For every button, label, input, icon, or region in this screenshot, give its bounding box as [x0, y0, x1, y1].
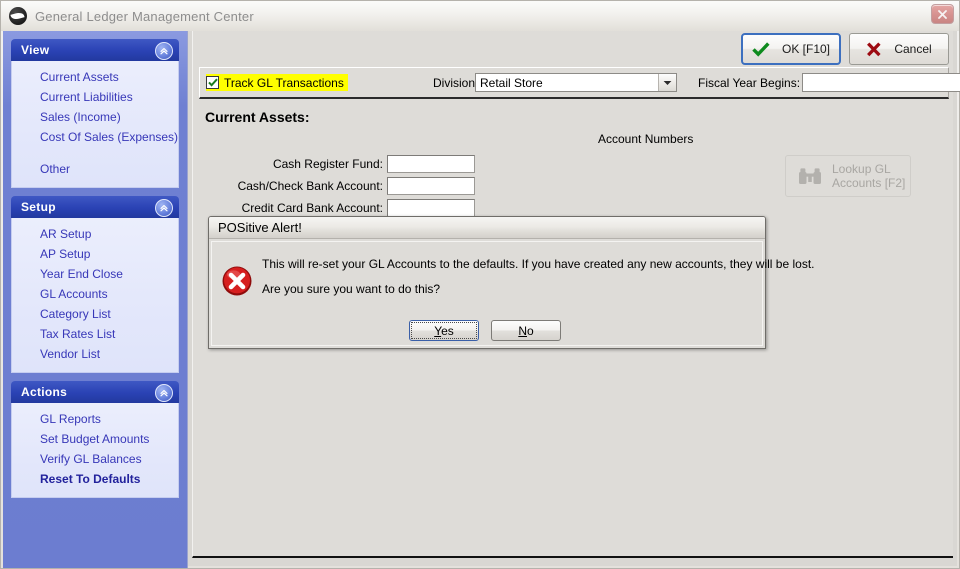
alert-title: POSitive Alert! — [218, 220, 302, 235]
window-title: General Ledger Management Center — [35, 8, 254, 24]
yes-button[interactable]: Yes — [409, 320, 479, 341]
cash-check-bank-account-label: Cash/Check Bank Account: — [237, 179, 383, 193]
credit-card-bank-account-label: Credit Card Bank Account: — [241, 201, 383, 215]
alert-message-line-1: This will re-set your GL Accounts to the… — [262, 257, 815, 271]
lookup-gl-accounts-button: Lookup GL Accounts [F2] — [785, 155, 911, 197]
nav-group-title: View — [21, 43, 50, 57]
sidebar-item-reset-to-defaults[interactable]: Reset To Defaults — [12, 469, 178, 489]
form-row-cash-register-fund: Cash Register Fund: — [205, 155, 475, 173]
cash-check-bank-account-input[interactable] — [387, 177, 475, 195]
sidebar-item-ap-setup[interactable]: AP Setup — [12, 244, 178, 264]
division-value: Retail Store — [480, 75, 543, 90]
nav-group-body-view: Current Assets Current Liabilities Sales… — [11, 61, 179, 188]
ok-button-label: OK [F10] — [781, 42, 831, 56]
cash-register-fund-input[interactable] — [387, 155, 475, 173]
lookup-gl-accounts-label: Lookup GL Accounts [F2] — [832, 162, 906, 190]
fiscal-year-begins-label: Fiscal Year Begins: — [698, 76, 801, 90]
main-content-panel: OK [F10] Cancel Track GL Transactions Di… — [192, 31, 960, 558]
no-button-label: No — [518, 324, 533, 338]
form-row-credit-card-bank-account: Credit Card Bank Account: — [205, 199, 475, 217]
nav-group-header-view[interactable]: View — [11, 39, 179, 61]
window-titlebar: General Ledger Management Center — [1, 1, 959, 31]
red-error-x-icon — [222, 266, 252, 296]
nav-group-header-actions[interactable]: Actions — [11, 381, 179, 403]
track-gl-transactions-row[interactable]: Track GL Transactions — [206, 74, 348, 91]
nav-group-view: View Current Assets Current Liabilities … — [11, 39, 179, 188]
sidebar-item-year-end-close[interactable]: Year End Close — [12, 264, 178, 284]
close-icon[interactable] — [931, 4, 954, 24]
positive-alert-dialog: POSitive Alert! This will re-set your GL… — [208, 216, 815, 349]
double-chevron-up-icon[interactable] — [155, 384, 173, 402]
sidebar-item-tax-rates-list[interactable]: Tax Rates List — [12, 324, 178, 344]
nav-group-body-setup: AR Setup AP Setup Year End Close GL Acco… — [11, 218, 179, 373]
nav-group-actions: Actions GL Reports Set Budget Amounts Ve… — [11, 381, 179, 498]
sidebar-item-current-liabilities[interactable]: Current Liabilities — [12, 87, 178, 107]
app-swoosh-icon — [9, 7, 27, 25]
nav-group-title: Setup — [21, 200, 56, 214]
sidebar-item-cost-of-sales[interactable]: Cost Of Sales (Expenses) — [12, 127, 178, 147]
form-row-cash-check-bank-account: Cash/Check Bank Account: — [205, 177, 475, 195]
yes-button-label: Yes — [434, 324, 454, 338]
alert-titlebar: POSitive Alert! — [209, 217, 765, 239]
red-x-icon — [867, 41, 881, 56]
command-bar: OK [F10] Cancel — [193, 31, 953, 65]
page-title: Current Assets: — [205, 109, 310, 125]
cash-register-fund-label: Cash Register Fund: — [272, 157, 383, 171]
account-numbers-column-header: Account Numbers — [598, 132, 694, 146]
alert-message-line-2: Are you sure you want to do this? — [262, 282, 441, 296]
track-gl-checkbox[interactable] — [206, 76, 219, 89]
cancel-button-label: Cancel — [894, 42, 932, 56]
fiscal-year-begins-select[interactable] — [802, 73, 960, 92]
no-mnemonic: N — [518, 323, 527, 338]
nav-group-header-setup[interactable]: Setup — [11, 196, 179, 218]
sidebar-item-ar-setup[interactable]: AR Setup — [12, 224, 178, 244]
navigation-sidebar: View Current Assets Current Liabilities … — [3, 31, 188, 568]
nav-group-body-actions: GL Reports Set Budget Amounts Verify GL … — [11, 403, 179, 498]
binoculars-icon — [799, 168, 821, 184]
sidebar-item-gl-reports[interactable]: GL Reports — [12, 409, 178, 429]
cancel-button[interactable]: Cancel — [849, 33, 949, 65]
track-gl-label: Track GL Transactions — [224, 75, 344, 90]
options-panel: Track GL Transactions Division: Retail S… — [199, 67, 960, 99]
main-content: OK [F10] Cancel Track GL Transactions Di… — [188, 31, 960, 566]
credit-card-bank-account-input[interactable] — [387, 199, 475, 217]
yes-rest: es — [441, 323, 454, 338]
checkmark-icon — [207, 78, 218, 87]
no-button[interactable]: No — [491, 320, 561, 341]
sidebar-item-vendor-list[interactable]: Vendor List — [12, 344, 178, 364]
division-select[interactable]: Retail Store — [475, 73, 677, 92]
green-check-icon — [752, 41, 770, 57]
no-rest: o — [526, 323, 534, 338]
sidebar-item-other[interactable]: Other — [12, 159, 178, 179]
alert-body: This will re-set your GL Accounts to the… — [211, 241, 815, 346]
sidebar-item-set-budget-amounts[interactable]: Set Budget Amounts — [12, 429, 178, 449]
nav-group-title: Actions — [21, 385, 68, 399]
division-label: Division: — [433, 76, 479, 90]
sidebar-item-category-list[interactable]: Category List — [12, 304, 178, 324]
sidebar-item-sales-income[interactable]: Sales (Income) — [12, 107, 178, 127]
chevron-down-icon[interactable] — [658, 74, 676, 91]
sidebar-item-current-assets[interactable]: Current Assets — [12, 67, 178, 87]
sidebar-item-gl-accounts[interactable]: GL Accounts — [12, 284, 178, 304]
double-chevron-up-icon[interactable] — [155, 42, 173, 60]
sidebar-item-verify-gl-balances[interactable]: Verify GL Balances — [12, 449, 178, 469]
ok-button[interactable]: OK [F10] — [741, 33, 841, 65]
double-chevron-up-icon[interactable] — [155, 199, 173, 217]
application-window: General Ledger Management Center View Cu… — [0, 0, 960, 569]
nav-group-setup: Setup AR Setup AP Setup Year End Close G… — [11, 196, 179, 373]
